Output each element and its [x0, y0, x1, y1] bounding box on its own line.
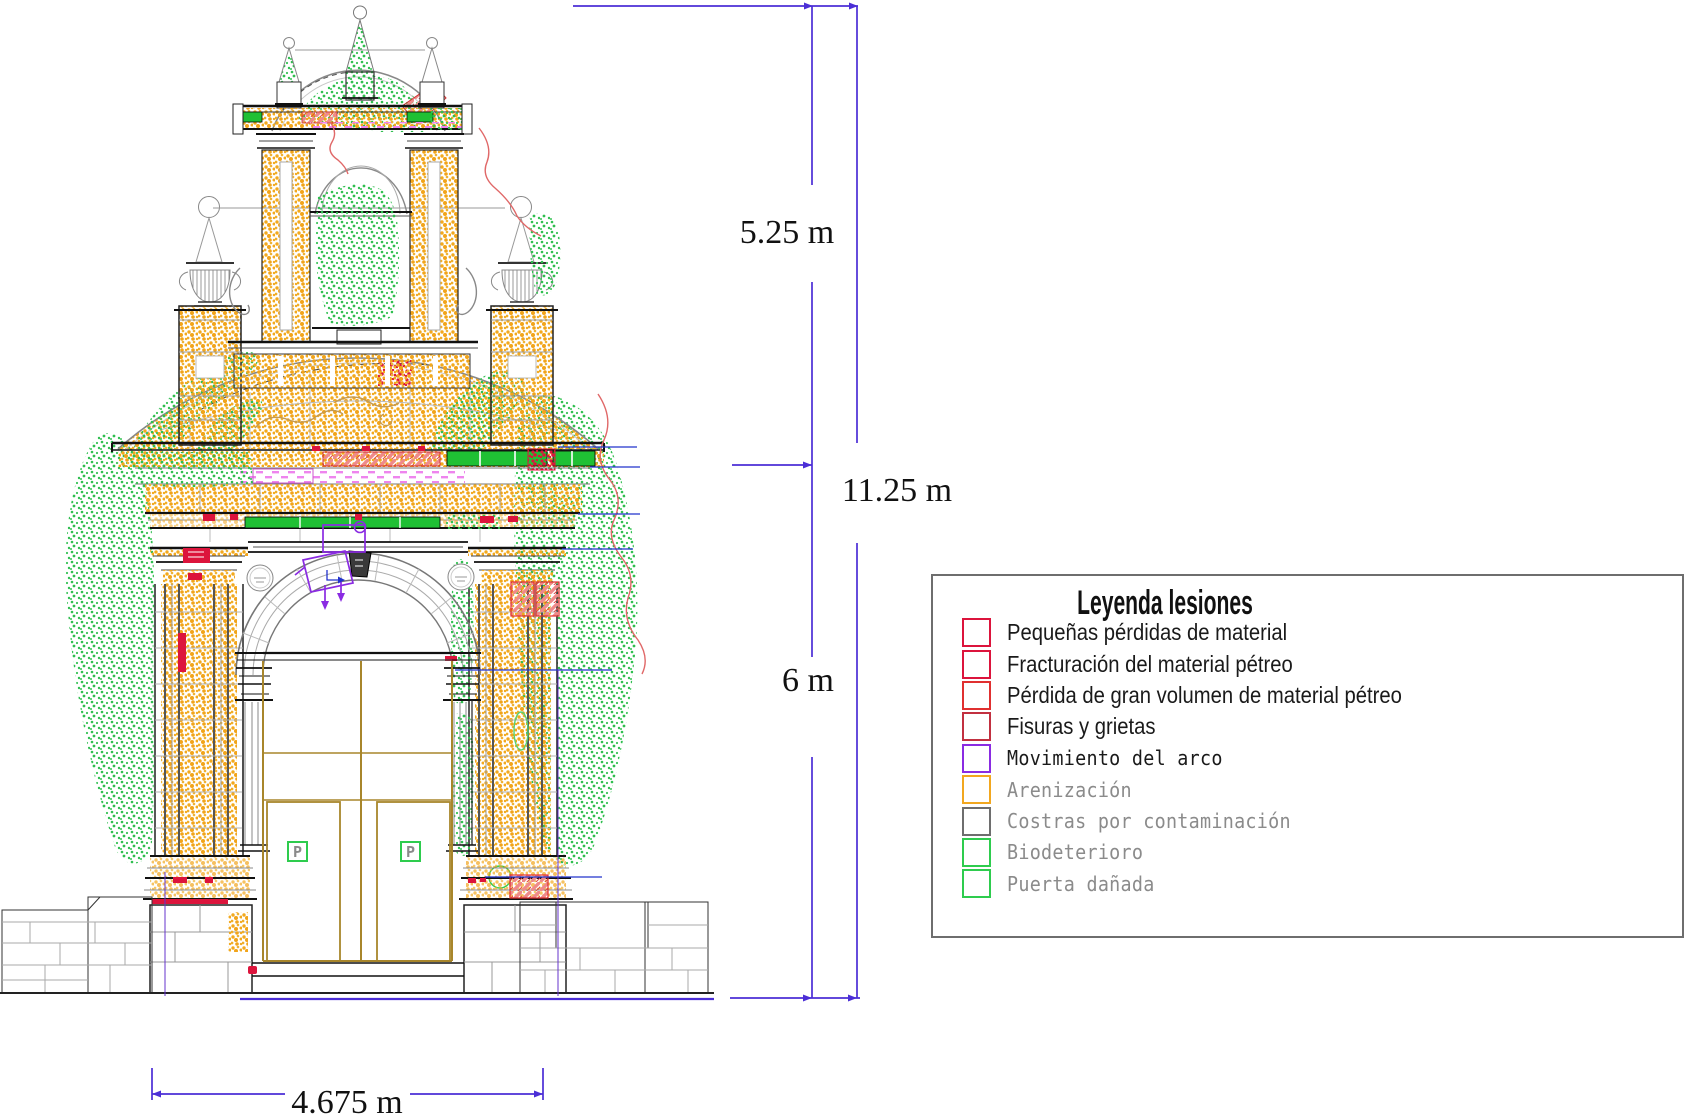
perdida-gran-volumen-label: Pérdida de gran volumen de material pétr… — [1007, 682, 1402, 709]
pequenas-perdidas-swatch-icon — [962, 618, 991, 647]
movimiento-arco-swatch — [962, 744, 991, 773]
arenizacion-swatch-icon — [962, 775, 991, 804]
fisuras-grietas-swatch-icon — [962, 712, 991, 741]
fracturacion-swatch-icon — [962, 650, 991, 679]
condition-assessment-sheet: P P — [0, 0, 1692, 1116]
small-loss-mark — [183, 548, 210, 563]
damaged-door-symbol: P — [406, 843, 415, 861]
legend-row-fisuras-grietas: Fisuras y grietas — [962, 711, 1674, 742]
biodeterioro-swatch — [962, 838, 991, 867]
biodeterioro-label: Biodeterioro — [1007, 840, 1143, 864]
costras-label: Costras por contaminación — [1007, 809, 1291, 833]
left-column-group — [150, 548, 248, 856]
legend-row-pequenas-perdidas: Pequeñas pérdidas de material — [962, 617, 1674, 648]
small-loss-band — [152, 899, 228, 904]
damaged-door-symbol: P — [293, 843, 302, 861]
puerta-danada-label: Puerta dañada — [1007, 872, 1155, 896]
legend-panel: Leyenda lesiones Pequeñas pérdidas de ma… — [931, 574, 1684, 938]
movimiento-arco-swatch-icon — [962, 744, 991, 773]
large-loss-patch — [511, 582, 534, 616]
dim-lower-height: 6 m — [782, 662, 834, 699]
arenizacion-label: Arenización — [1007, 778, 1132, 802]
pequenas-perdidas-label: Pequeñas pérdidas de material — [1007, 619, 1287, 646]
side-walls — [0, 897, 714, 993]
large-loss-band — [323, 452, 440, 466]
pequenas-perdidas-swatch — [962, 618, 991, 647]
imposts — [235, 653, 481, 851]
green-band — [245, 517, 440, 528]
movimiento-arco-label: Movimiento del arco — [1007, 746, 1223, 770]
left-urn — [174, 197, 246, 446]
fisuras-grietas-swatch — [962, 712, 991, 741]
fisuras-grietas-label: Fisuras y grietas — [1007, 713, 1155, 740]
arenizacion-swatch — [962, 775, 991, 804]
legend-items: Pequeñas pérdidas de material Fracturaci… — [962, 617, 1674, 900]
legend-row-puerta-danada: P Puerta dañada — [962, 868, 1674, 899]
fracturacion-label: Fracturación del material pétreo — [1007, 651, 1293, 678]
puerta-danada-swatch: P — [962, 869, 991, 898]
dim-width: 4.675 m — [291, 1084, 402, 1116]
belfry — [213, 6, 505, 388]
dim-upper-height: 5.25 m — [740, 214, 834, 251]
main-arch — [236, 551, 480, 675]
right-urn — [486, 197, 561, 446]
legend-row-arenizacion: Arenización — [962, 774, 1674, 805]
legend-row-fracturacion: Fracturación del material pétreo — [962, 648, 1674, 679]
puerta-danada-swatch-icon: P — [962, 869, 991, 898]
costras-band — [240, 469, 465, 483]
legend-row-perdida-gran-volumen: Pérdida de gran volumen de material pétr… — [962, 680, 1674, 711]
biodeterioro-swatch-icon — [962, 838, 991, 867]
costras-swatch — [962, 807, 991, 836]
costras-swatch-icon — [962, 807, 991, 836]
door: P P — [263, 653, 452, 961]
perdida-gran-volumen-swatch-icon — [962, 681, 991, 710]
perdida-gran-volumen-swatch — [962, 681, 991, 710]
legend-row-costras: Costras por contaminación — [962, 805, 1674, 836]
right-column-group — [451, 548, 566, 888]
legend-row-movimiento-arco: Movimiento del arco — [962, 743, 1674, 774]
facade-drawing: P P — [0, 0, 1692, 1116]
legend-row-biodeterioro: Biodeterioro — [962, 837, 1674, 868]
fracturacion-swatch — [962, 650, 991, 679]
dim-total-height: 11.25 m — [842, 472, 952, 509]
